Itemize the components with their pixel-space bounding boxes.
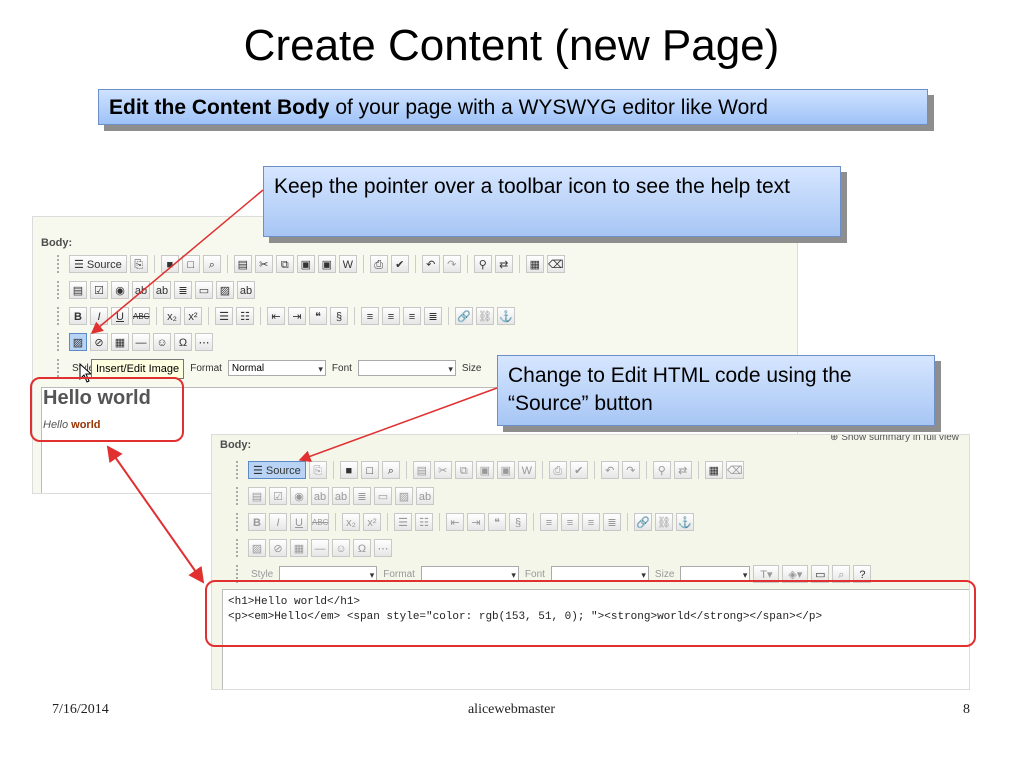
footer-author: alicewebmaster [467,702,556,717]
arrow-to-source-button [298,387,498,463]
footer-page-number: 8 [963,702,970,717]
arrow-content-to-code [106,445,205,584]
annotation-arrows [90,189,498,584]
arrow-to-image-icon [90,189,264,334]
